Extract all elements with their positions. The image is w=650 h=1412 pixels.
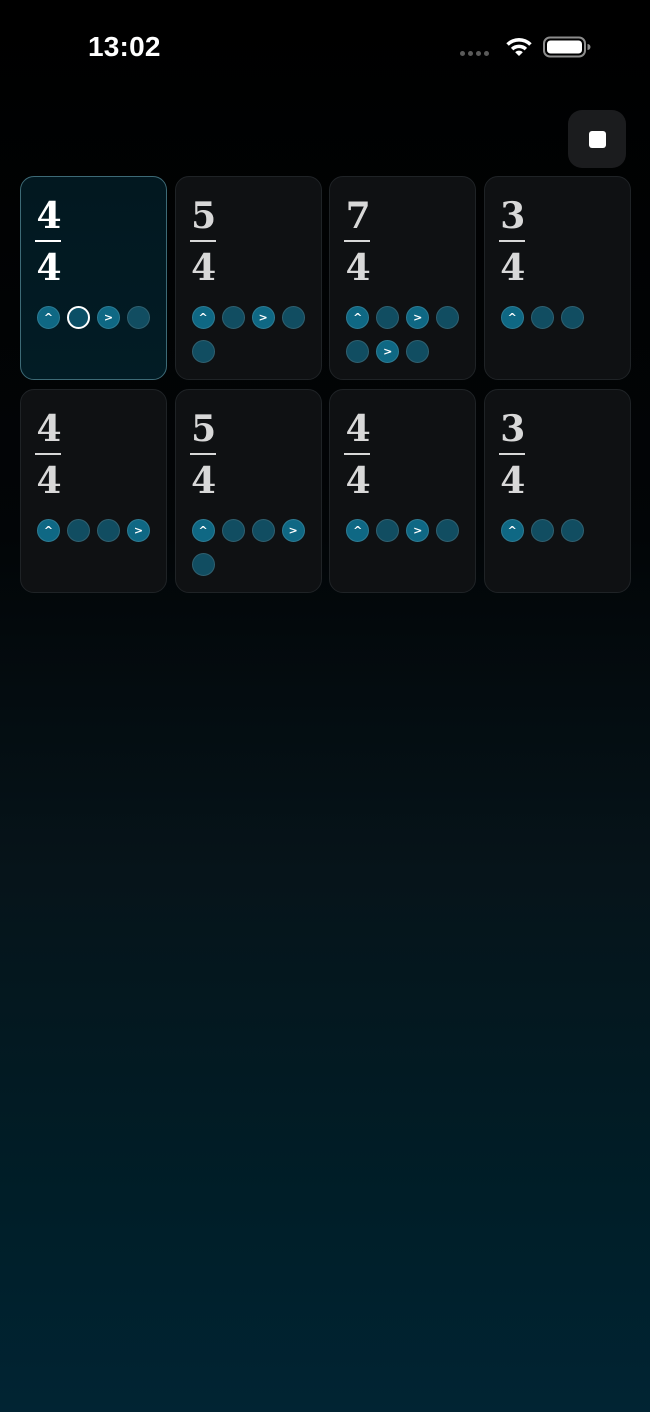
beat-accent-right[interactable]: >	[376, 340, 400, 363]
beat-current[interactable]	[67, 306, 90, 329]
beat-accent-up[interactable]: ^	[346, 306, 370, 329]
fraction-bar	[344, 240, 371, 242]
beat-list: ^ >	[37, 306, 159, 329]
fraction-bar	[35, 240, 61, 242]
measure-card[interactable]: 3 4 ^	[483, 176, 631, 380]
measure-card[interactable]: 5 4 ^ >	[174, 176, 322, 380]
beat-accent-up[interactable]: ^	[191, 519, 215, 542]
status-bar: 13:02	[0, 0, 650, 96]
stop-icon	[588, 130, 606, 148]
beat-accent-right[interactable]: >	[406, 306, 430, 329]
fraction-bar	[498, 240, 525, 242]
time-signature-numerator: 4	[345, 408, 371, 450]
beat-accent-up[interactable]: ^	[37, 306, 60, 329]
fraction-bar	[35, 453, 61, 455]
time-signature-denominator: 4	[191, 460, 217, 502]
beat-dot[interactable]	[281, 306, 305, 329]
time-signature-numerator: 3	[500, 195, 526, 237]
beat-dot[interactable]	[346, 340, 370, 363]
time-signature-numerator: 3	[500, 408, 526, 450]
beat-list: ^ >	[191, 519, 314, 576]
time-signature-denominator: 4	[500, 460, 526, 502]
time-signature-numerator: 4	[36, 195, 62, 237]
beat-accent-up[interactable]: ^	[500, 519, 524, 542]
beat-dot[interactable]	[376, 306, 400, 329]
beat-list: ^ >	[37, 519, 159, 542]
fraction-bar	[189, 453, 216, 455]
beat-accent-up[interactable]: ^	[346, 519, 370, 542]
beat-dot[interactable]	[127, 306, 150, 329]
beat-dot[interactable]	[436, 519, 460, 542]
time-signature-numerator: 5	[191, 408, 217, 450]
time-signature: 74	[343, 195, 373, 289]
time-signature-numerator: 5	[191, 195, 217, 237]
beat-accent-right[interactable]: >	[97, 306, 120, 329]
beat-dot[interactable]	[436, 306, 460, 329]
time-signature-denominator: 4	[500, 247, 526, 289]
beat-list: ^ >	[191, 306, 314, 363]
measure-card[interactable]: 5 4 ^ >	[174, 389, 322, 593]
time-signature: 54	[189, 408, 219, 502]
beat-dot[interactable]	[251, 519, 275, 542]
beat-accent-right[interactable]: >	[281, 519, 305, 542]
stop-button[interactable]	[568, 110, 626, 168]
beat-accent-right[interactable]: >	[251, 306, 275, 329]
beat-dot[interactable]	[376, 519, 400, 542]
time-signature: 44	[343, 408, 373, 502]
beat-dot[interactable]	[406, 340, 430, 363]
beat-list: ^ >	[346, 519, 468, 542]
beat-dot[interactable]	[221, 519, 245, 542]
time-signature: 34	[498, 408, 528, 502]
time-signature: 44	[34, 195, 64, 289]
battery-icon	[543, 36, 591, 58]
measure-card[interactable]: 4 4 ^ >	[20, 389, 167, 593]
beat-dot[interactable]	[560, 306, 584, 329]
beat-dot[interactable]	[67, 519, 90, 542]
time-signature-denominator: 4	[36, 247, 62, 289]
beat-dot[interactable]	[530, 519, 554, 542]
beat-list: ^	[500, 306, 623, 329]
time-signature-denominator: 4	[36, 460, 62, 502]
fraction-bar	[189, 240, 216, 242]
measures-grid: 4 4 ^ >5 4 ^ >7 4 ^ > >3 4 ^ 4 4 ^ >5 4 ^ >4 4 ^ >3 4 ^	[20, 176, 631, 593]
time-signature: 44	[34, 408, 64, 502]
beat-dot[interactable]	[560, 519, 584, 542]
beat-accent-up[interactable]: ^	[191, 306, 215, 329]
beat-list: ^ > >	[346, 306, 468, 363]
time-signature-numerator: 7	[345, 195, 371, 237]
time-signature-denominator: 4	[345, 247, 371, 289]
time-signature-numerator: 4	[36, 408, 62, 450]
beat-dot[interactable]	[221, 306, 245, 329]
fraction-bar	[498, 453, 525, 455]
beat-dot[interactable]	[530, 306, 554, 329]
beat-list: ^	[500, 519, 623, 542]
beat-dot[interactable]	[97, 519, 120, 542]
measure-card-active[interactable]: 4 4 ^ >	[20, 176, 167, 380]
measure-card[interactable]: 4 4 ^ >	[329, 389, 477, 593]
beat-accent-up[interactable]: ^	[500, 306, 524, 329]
wifi-icon	[506, 38, 532, 56]
beat-dot[interactable]	[191, 340, 215, 363]
beat-accent-right[interactable]: >	[127, 519, 150, 542]
fraction-bar	[344, 453, 371, 455]
beat-accent-up[interactable]: ^	[37, 519, 60, 542]
beat-accent-right[interactable]: >	[406, 519, 430, 542]
time-signature-denominator: 4	[345, 460, 371, 502]
beat-dot[interactable]	[191, 553, 215, 576]
time-signature: 34	[498, 195, 528, 289]
time-signature: 54	[189, 195, 219, 289]
signal-dots-icon	[460, 51, 489, 56]
measure-card[interactable]: 3 4 ^	[483, 389, 631, 593]
time-signature-denominator: 4	[191, 247, 217, 289]
measure-card[interactable]: 7 4 ^ > >	[329, 176, 477, 380]
status-time: 13:02	[88, 31, 161, 62]
